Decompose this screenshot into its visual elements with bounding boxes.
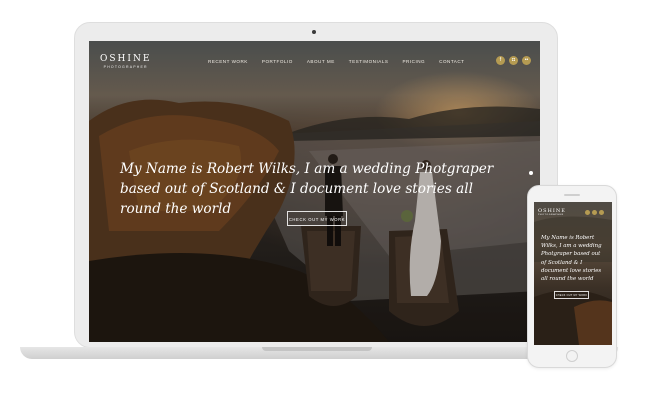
logo-text: OSHINE [100, 54, 152, 64]
laptop-notch [262, 347, 372, 351]
flickr-icon[interactable]: •• [522, 56, 531, 65]
slider-dot[interactable] [529, 171, 533, 175]
mobile-site-logo[interactable]: OSHINE PHOTOGRAPHER [538, 208, 566, 216]
facebook-icon[interactable]: f [496, 56, 505, 65]
mobile-social-links [583, 210, 604, 215]
mobile-logo-tagline: PHOTOGRAPHER [538, 214, 564, 216]
phone-speaker [564, 194, 580, 196]
nav-portfolio[interactable]: PORTFOLIO [262, 59, 293, 64]
nav-contact[interactable]: CONTACT [439, 59, 464, 64]
nav-about-me[interactable]: ABOUT ME [307, 59, 335, 64]
social-links: f ◘ •• [492, 56, 531, 65]
facebook-icon[interactable] [585, 210, 590, 215]
site-logo[interactable]: OSHINE PHOTOGRAPHER [100, 54, 151, 69]
instagram-icon[interactable] [592, 210, 597, 215]
phone-home-button [566, 350, 578, 362]
flickr-icon[interactable] [599, 210, 604, 215]
instagram-icon[interactable]: ◘ [509, 56, 518, 65]
hero-headline: My Name is Robert Wilks, I am a wedding … [120, 161, 494, 217]
mobile-website-screen: OSHINE PHOTOGRAPHER My Name is Robert Wi… [534, 202, 612, 345]
desktop-website-screen: OSHINE PHOTOGRAPHER RECENT WORK PORTFOLI… [89, 41, 540, 342]
laptop-camera [312, 30, 316, 34]
nav-recent-work[interactable]: RECENT WORK [208, 59, 248, 64]
nav-testimonials[interactable]: TESTIMONIALS [349, 59, 389, 64]
check-out-my-work-button[interactable]: CHECK OUT MY WORK [287, 211, 347, 226]
mobile-hero-headline: My Name is Robert Wilks, I am a wedding … [541, 235, 602, 283]
nav-pricing[interactable]: PRICING [402, 59, 425, 64]
main-navigation: RECENT WORK PORTFOLIO ABOUT ME TESTIMONI… [208, 59, 479, 64]
mobile-check-out-my-work-button[interactable]: CHECK OUT MY WORK [554, 291, 589, 299]
logo-tagline: PHOTOGRAPHER [103, 65, 148, 69]
